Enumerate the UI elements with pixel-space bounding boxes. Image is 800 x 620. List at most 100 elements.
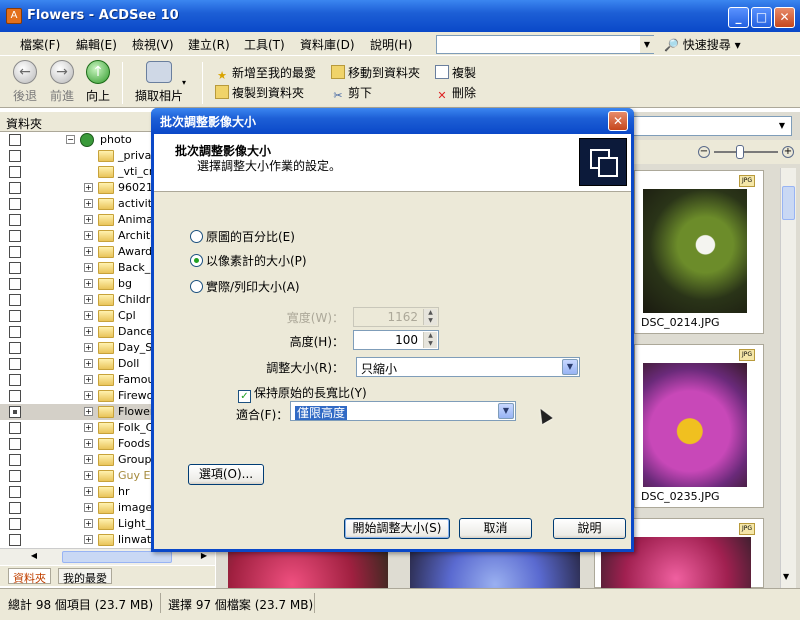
expand-icon[interactable]: + [84,295,93,304]
folder-checkbox[interactable] [9,198,21,210]
expand-icon[interactable]: + [84,519,93,528]
folder-checkbox[interactable] [9,342,21,354]
maximize-button[interactable]: □ [751,7,772,28]
help-button[interactable]: 說明 [553,518,626,539]
expand-icon[interactable]: + [84,423,93,432]
folder-checkbox[interactable] [9,486,21,498]
file-list-scrollbar[interactable]: ▼ [780,168,796,588]
expand-icon[interactable]: + [84,311,93,320]
zoom-out-icon[interactable]: − [698,146,710,158]
expand-icon[interactable]: + [84,183,93,192]
expand-icon[interactable]: + [84,471,93,480]
expand-icon[interactable]: + [84,263,93,272]
expand-icon[interactable]: + [84,455,93,464]
scroll-thumb[interactable] [782,186,795,220]
scroll-down-icon[interactable]: ▼ [783,572,789,581]
folder-checkbox[interactable] [9,230,21,242]
folder-checkbox[interactable] [9,246,21,258]
chevron-down-icon[interactable]: ▼ [562,359,578,375]
checkmark-icon[interactable]: ✓ [238,390,251,403]
zoom-in-icon[interactable]: + [782,146,794,158]
expand-icon[interactable]: + [84,359,93,368]
menu-create[interactable]: 建立(R) [188,36,230,53]
up-button[interactable]: ↑ 向上 [78,60,118,104]
forward-button[interactable]: → 前進 [42,60,82,104]
chevron-down-icon[interactable]: ▼ [775,119,789,133]
spinner-arrows-icon[interactable]: ▲ ▼ [423,332,437,348]
copy-to-folder-button[interactable]: 複製到資料夾 [215,84,304,101]
expand-icon[interactable]: + [84,327,93,336]
menu-view[interactable]: 檢視(V) [132,36,174,53]
folder-checkbox[interactable] [9,182,21,194]
scroll-left-icon[interactable]: ◀ [28,551,40,563]
folder-checkbox[interactable] [9,134,21,146]
fit-select[interactable]: 僅限高度 ▼ [290,401,516,421]
zoom-slider-thumb[interactable] [736,145,744,159]
back-button[interactable]: ← 後退 [5,60,45,104]
folder-checkbox[interactable] [9,406,21,418]
cut-button[interactable]: ✂ 剪下 [331,84,372,103]
folder-checkbox[interactable] [9,310,21,322]
window-titlebar[interactable]: A Flowers - ACDSee 10 _ □ ✕ [0,0,800,32]
radio-percent[interactable]: 原圖的百分比(E) [190,228,295,245]
close-button[interactable]: ✕ [774,7,795,28]
expand-icon[interactable]: + [84,391,93,400]
menu-help[interactable]: 說明(H) [370,36,412,53]
expand-icon[interactable]: + [84,199,93,208]
scroll-thumb[interactable] [62,551,172,563]
expand-icon[interactable]: + [84,503,93,512]
folder-checkbox[interactable] [9,422,21,434]
thumbnail-item[interactable]: JPG DSC_0214.JPG [634,170,764,334]
radio-button-selected[interactable] [190,254,203,267]
expand-icon[interactable]: + [84,487,93,496]
quick-search-button[interactable]: 🔎 快速搜尋 ▾ [664,36,741,53]
folder-checkbox[interactable] [9,294,21,306]
radio-button[interactable] [190,230,203,243]
dialog-titlebar[interactable]: 批次調整影像大小 ✕ [151,108,634,134]
expand-icon[interactable]: + [84,535,93,544]
folder-checkbox[interactable] [9,390,21,402]
zoom-slider-track[interactable] [714,151,778,153]
options-button[interactable]: 選項(O)... [188,464,264,485]
expand-icon[interactable]: + [84,407,93,416]
folder-checkbox[interactable] [9,326,21,338]
expand-icon[interactable]: + [84,375,93,384]
menu-tools[interactable]: 工具(T) [244,36,285,53]
dialog-close-button[interactable]: ✕ [608,111,628,131]
tab-folders[interactable]: 資料夾 [8,568,51,585]
search-input[interactable] [436,35,654,54]
copy-button[interactable]: 複製 [435,64,476,81]
folder-checkbox[interactable] [9,502,21,514]
move-to-folder-button[interactable]: 移動到資料夾 [331,64,420,81]
folder-checkbox[interactable] [9,454,21,466]
path-combo[interactable]: ▼ [632,116,792,136]
delete-button[interactable]: ✕ 刪除 [435,84,476,103]
expand-icon[interactable]: + [84,231,93,240]
minimize-button[interactable]: _ [728,7,749,28]
acquire-dropdown-icon[interactable]: ▾ [182,78,186,87]
height-spinner[interactable]: 100 ▲ ▼ [353,330,439,350]
chevron-down-icon[interactable]: ▼ [498,403,514,419]
tab-favorites[interactable]: 我的最愛 [58,568,112,585]
cancel-button[interactable]: 取消 [459,518,532,539]
expand-icon[interactable]: + [84,439,93,448]
collapse-icon[interactable]: − [66,135,75,144]
folder-checkbox[interactable] [9,214,21,226]
radio-pixels[interactable]: 以像素計的大小(P) [190,252,307,269]
folder-checkbox[interactable] [9,358,21,370]
expand-icon[interactable]: + [84,215,93,224]
expand-icon[interactable]: + [84,279,93,288]
expand-icon[interactable]: + [84,247,93,256]
resize-mode-select[interactable]: 只縮小 ▼ [356,357,580,377]
radio-print-size[interactable]: 實際/列印大小(A) [190,278,300,295]
thumbnail-item[interactable]: JPG DSC_0235.JPG [634,344,764,508]
folder-checkbox[interactable] [9,374,21,386]
folder-checkbox[interactable] [9,470,21,482]
folder-checkbox[interactable] [9,166,21,178]
acquire-photos-button[interactable]: 擷取相片 [130,60,188,104]
add-to-favorites-button[interactable]: ★ 新增至我的最愛 [215,64,316,83]
search-dropdown-button[interactable]: ▼ [640,36,654,53]
expand-icon[interactable]: + [84,343,93,352]
menu-file[interactable]: 檔案(F) [20,36,60,53]
menu-database[interactable]: 資料庫(D) [300,36,355,53]
